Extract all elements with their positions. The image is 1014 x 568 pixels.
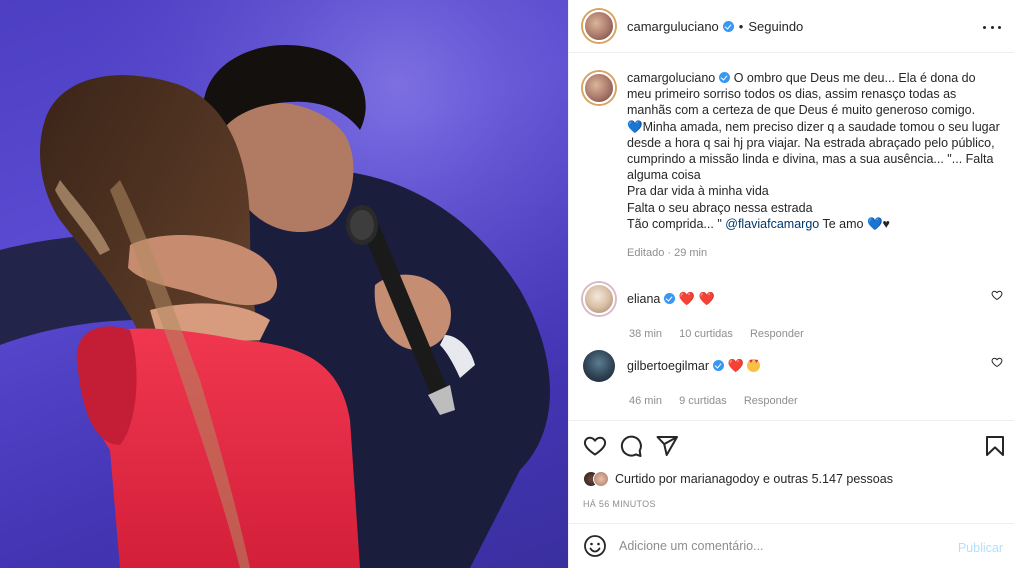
blue-heart-icon-2: 💙 [866, 216, 883, 231]
comment-likes[interactable]: 10 curtidas [679, 328, 733, 340]
comment-meta: 38 min 10 curtidas Responder [629, 328, 1003, 340]
caption-text-2: Minha amada, nem preciso dizer q a sauda… [627, 119, 1000, 183]
commenter-username[interactable]: gilbertoegilmar [627, 359, 709, 373]
commenter-avatar[interactable] [583, 350, 615, 382]
more-options-icon[interactable] [983, 18, 1001, 36]
reply-button[interactable]: Responder [750, 328, 804, 340]
post-caption: camargoluciano O ombro que Deus me deu..… [583, 70, 1003, 261]
heart-eyes-emoji-icon [747, 359, 761, 372]
comment-emojis: ❤️ [727, 358, 744, 373]
header-separator: • [738, 18, 744, 34]
likes-text[interactable]: Curtido por marianagodoy e outras 5.147 … [615, 472, 893, 486]
post-timestamp[interactable]: HÁ 56 MINUTOS [583, 499, 656, 509]
post-photo[interactable] [0, 0, 568, 568]
caption-line-5-pre: Tão comprida... " [627, 216, 722, 231]
caption-line-4: Falta o seu abraço nessa estrada [627, 200, 813, 215]
commenter-avatar[interactable] [583, 283, 615, 315]
caption-author-username[interactable]: camargoluciano [627, 71, 715, 85]
caption-meta: Editado · 29 min [627, 247, 708, 260]
comment-time: 46 min [629, 395, 663, 407]
send-icon[interactable] [655, 434, 679, 458]
caption-line-3: Pra dar vida à minha vida [627, 184, 769, 199]
post-details-panel: camarguluciano • Seguindo camargoluciano… [568, 0, 1014, 568]
post-header: camarguluciano • Seguindo [569, 0, 1014, 53]
author-avatar[interactable] [583, 10, 615, 42]
comment-icon[interactable] [619, 434, 643, 458]
reply-button[interactable]: Responder [744, 395, 798, 407]
following-button[interactable]: Seguindo [748, 19, 803, 34]
blue-heart-icon: 💙 [627, 119, 643, 134]
commenter-username[interactable]: eliana [627, 292, 660, 306]
post-actions [569, 420, 1014, 472]
likes-summary[interactable]: Curtido por marianagodoy e outras 5.147 … [583, 471, 893, 487]
photo-artwork [0, 0, 568, 568]
caption-line-5-post: Te amo [822, 216, 864, 231]
heart-icon[interactable] [583, 434, 607, 458]
comment-heart-icon[interactable] [991, 289, 1003, 301]
comment-time: 38 min [629, 328, 663, 340]
caption-verified-badge-icon [719, 72, 731, 83]
verified-badge-icon [712, 360, 724, 371]
comment-bar: Publicar [569, 523, 1014, 568]
comment-item: gilbertoegilmar ❤️ 46 min 9 curtidas Res… [583, 350, 1003, 407]
comment-item: eliana ❤️ ❤️ 38 min 10 curtidas Responde… [583, 283, 1003, 340]
comment-meta: 46 min 9 curtidas Responder [629, 395, 1003, 407]
author-username[interactable]: camarguluciano [627, 19, 719, 34]
comment-emojis: ❤️ ❤️ [678, 291, 715, 306]
caption-body: camargoluciano O ombro que Deus me deu..… [627, 70, 1003, 261]
emoji-icon[interactable] [583, 534, 607, 558]
liker-avatar [593, 471, 609, 487]
bookmark-icon[interactable] [983, 434, 1007, 458]
publish-button[interactable]: Publicar [958, 541, 1003, 555]
verified-badge-icon [722, 20, 734, 32]
black-heart-icon: ♥ [882, 216, 890, 231]
verified-badge-icon [664, 293, 676, 304]
comment-heart-icon[interactable] [991, 356, 1003, 368]
comment-likes[interactable]: 9 curtidas [679, 395, 727, 407]
caption-author-avatar[interactable] [583, 72, 615, 104]
mention-link[interactable]: @flaviafcamargo [725, 217, 819, 231]
comment-input[interactable] [619, 539, 939, 553]
